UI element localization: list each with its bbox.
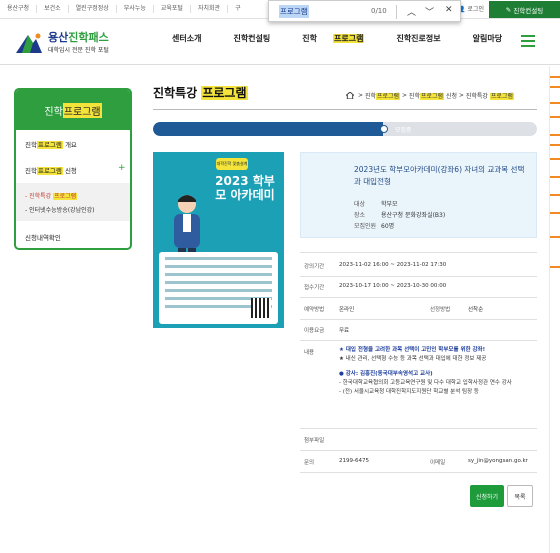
apply-period-value: 2023-10-17 10:00 ~ 2023-10-30 00:00 [339,283,447,289]
logo-mark-icon [16,33,42,53]
sidebar-subitem-lecture[interactable]: - 진학특강 프로그램 [25,191,78,200]
top-link[interactable]: 교육포털 [154,5,191,13]
program-title: 2023년도 학부모아카데미(강좌6) 자녀의 교과목 선택과 대입전형 [354,165,525,186]
program-place: 장소 용산구청 문화강좌실(B3) [354,212,446,219]
program-poster: 대학진학 맞춤설계 2023 학부모 아카데미 [153,152,284,328]
site-header: 용산진학패스 대학입시 전문 진학 포털 센터소개 진학컨설팅 진학 프로그램 진… [0,19,560,65]
top-link[interactable]: 열린구정정상 [69,5,117,13]
method-label: 예약방법 [304,307,325,313]
find-input[interactable]: 프로그램 [279,4,309,18]
email-label: 이메일 [430,460,446,466]
sidebar-subitem-online[interactable]: - 인터넷수능방송(강남인강) [25,205,94,214]
close-icon[interactable]: ✕ [445,5,453,15]
login-label: 로그인 [467,6,484,13]
status-badge: 모집중 [395,127,412,134]
list-button[interactable]: 목록 [507,485,533,507]
logo-name: 용산진학패스 [48,31,109,44]
find-count: 0/10 [371,7,387,15]
chevron-up-icon[interactable]: ︿ [407,5,416,18]
email-value[interactable]: sy_jin@yongsan.go.kr [468,458,528,464]
page-title: 진학특강 프로그램 [153,86,248,100]
find-in-page-bar: 프로그램 0/10 ︿ ﹀ ✕ [268,0,461,22]
content-label: 내용 [304,350,315,356]
nav-item-notice[interactable]: 알림마당 [473,33,518,44]
menu-icon[interactable] [521,35,535,47]
table-divider [300,450,537,451]
sidebar-item-history[interactable]: 신청내역확인 [25,232,61,242]
lecture-period-value: 2023-11-02 16:00 ~ 2023-11-02 17:30 [339,262,447,268]
description-line: ★ 내신 관리, 선택형 수능 등 과목 선택과 대입에 대한 정보 제공 [339,356,487,362]
home-icon[interactable] [346,92,354,99]
qr-code-icon [251,298,271,318]
nav-item-career-info[interactable]: 진학진로정보 [396,33,456,44]
select-method-label: 선정방법 [430,307,451,313]
table-divider [300,340,537,341]
nav-item-consulting[interactable]: 진학컨설팅 [233,33,286,44]
main-nav: 센터소개 진학컨설팅 진학 프로그램 진학진로정보 알림마당 [172,33,534,44]
top-links: 용산구청 보건소 열린구정정상 부사누능 교육포털 자치회관 구 [0,0,248,18]
title-divider [153,109,537,110]
table-divider [300,428,537,429]
attachment-label: 첨부파일 [304,438,325,444]
sidebar-item-apply[interactable]: 진학프로그램 신청 [25,165,77,175]
top-link[interactable]: 부사누능 [117,5,154,13]
description-line: - (전) 서울시교육청 대학진학지도지원단 학교별 분석 팀장 등 [339,389,479,395]
top-link[interactable]: 구 [228,5,248,13]
apply-button[interactable]: 신청하기 [470,485,504,507]
select-method-value: 선착순 [468,307,484,313]
plus-icon[interactable]: + [118,163,126,173]
poster-title: 2023 학부모 아카데미 [215,174,275,202]
breadcrumb: > 진학프로그램 > 진학프로그램 신청 > 진학특강 프로그램 [346,91,514,100]
logo-subtitle: 대학입시 전문 진학 포털 [48,47,109,54]
side-menu-title: 진학 프로그램 [16,90,130,130]
contact-label: 문의 [304,460,315,466]
table-divider [300,252,537,253]
table-divider [300,297,537,298]
table-divider [300,472,537,473]
consulting-button-label: 진학컨설팅 [513,6,544,15]
status-progress-bar: 모집중 [153,122,537,136]
top-link[interactable]: 보건소 [37,5,69,13]
find-divider [396,5,397,19]
description-line: ★ 대입 전형을 고려한 과목 선택이 고민인 학부모를 위한 강좌! [339,347,486,353]
sidebar-submenu: - 진학특강 프로그램 - 인터넷수능방송(강남인강) [16,183,130,221]
poster-badge: 대학진학 맞춤설계 [216,158,248,170]
side-menu: 진학 프로그램 진학프로그램 개요 진학프로그램 신청 + - 진학특강 프로그램… [14,88,132,250]
program-capacity: 모집인원 60명 [354,223,395,230]
top-link[interactable]: 용산구청 [0,5,38,13]
site-logo[interactable]: 용산진학패스 대학입시 전문 진학 포털 [14,27,144,59]
contact-value: 2199-6475 [339,458,369,464]
table-divider [300,319,537,320]
apply-period-label: 접수기간 [304,285,325,291]
fee-value: 무료 [339,328,350,334]
status-dot-icon [380,125,388,133]
description-line: - 한국대학교육협의회 고등교육연구원 및 다수 대학교 입학사정관 연수 강사 [339,380,512,386]
breadcrumb-item: 진학특강 프로그램 [465,93,514,100]
lecture-period-label: 강의기간 [304,264,325,270]
method-value: 온라인 [339,307,355,313]
description-line: ● 강사: 김흥진(동국대부속영석고 교사) [339,371,433,377]
program-target: 대상 학부모 [354,201,398,208]
sidebar-item-overview[interactable]: 진학프로그램 개요 [25,139,77,149]
consulting-button[interactable]: ✎ 진학컨설팅 [489,1,560,18]
program-summary: 2023년도 학부모아카데미(강좌6) 자녀의 교과목 선택과 대입전형 대상 학… [300,152,537,238]
program-description: ★ 대입 전형을 고려한 과목 선택이 고민인 학부모를 위한 강좌! ★ 내신… [339,346,537,397]
nav-item-center[interactable]: 센터소개 [172,33,217,44]
nav-item-program[interactable]: 진학 프로그램 [302,33,380,44]
fee-label: 이용요금 [304,328,325,334]
pencil-icon: ✎ [505,5,512,14]
chevron-down-icon[interactable]: ﹀ [425,5,434,18]
status-progress-fill [153,122,384,136]
top-link[interactable]: 자치회관 [191,5,229,13]
breadcrumb-item[interactable]: 진학프로그램 [365,91,401,100]
table-divider [300,276,537,277]
breadcrumb-item[interactable]: 진학프로그램 신청 [409,91,457,100]
scroll-indicator [549,66,560,553]
login-link[interactable]: 👤 로그인 [458,4,484,13]
